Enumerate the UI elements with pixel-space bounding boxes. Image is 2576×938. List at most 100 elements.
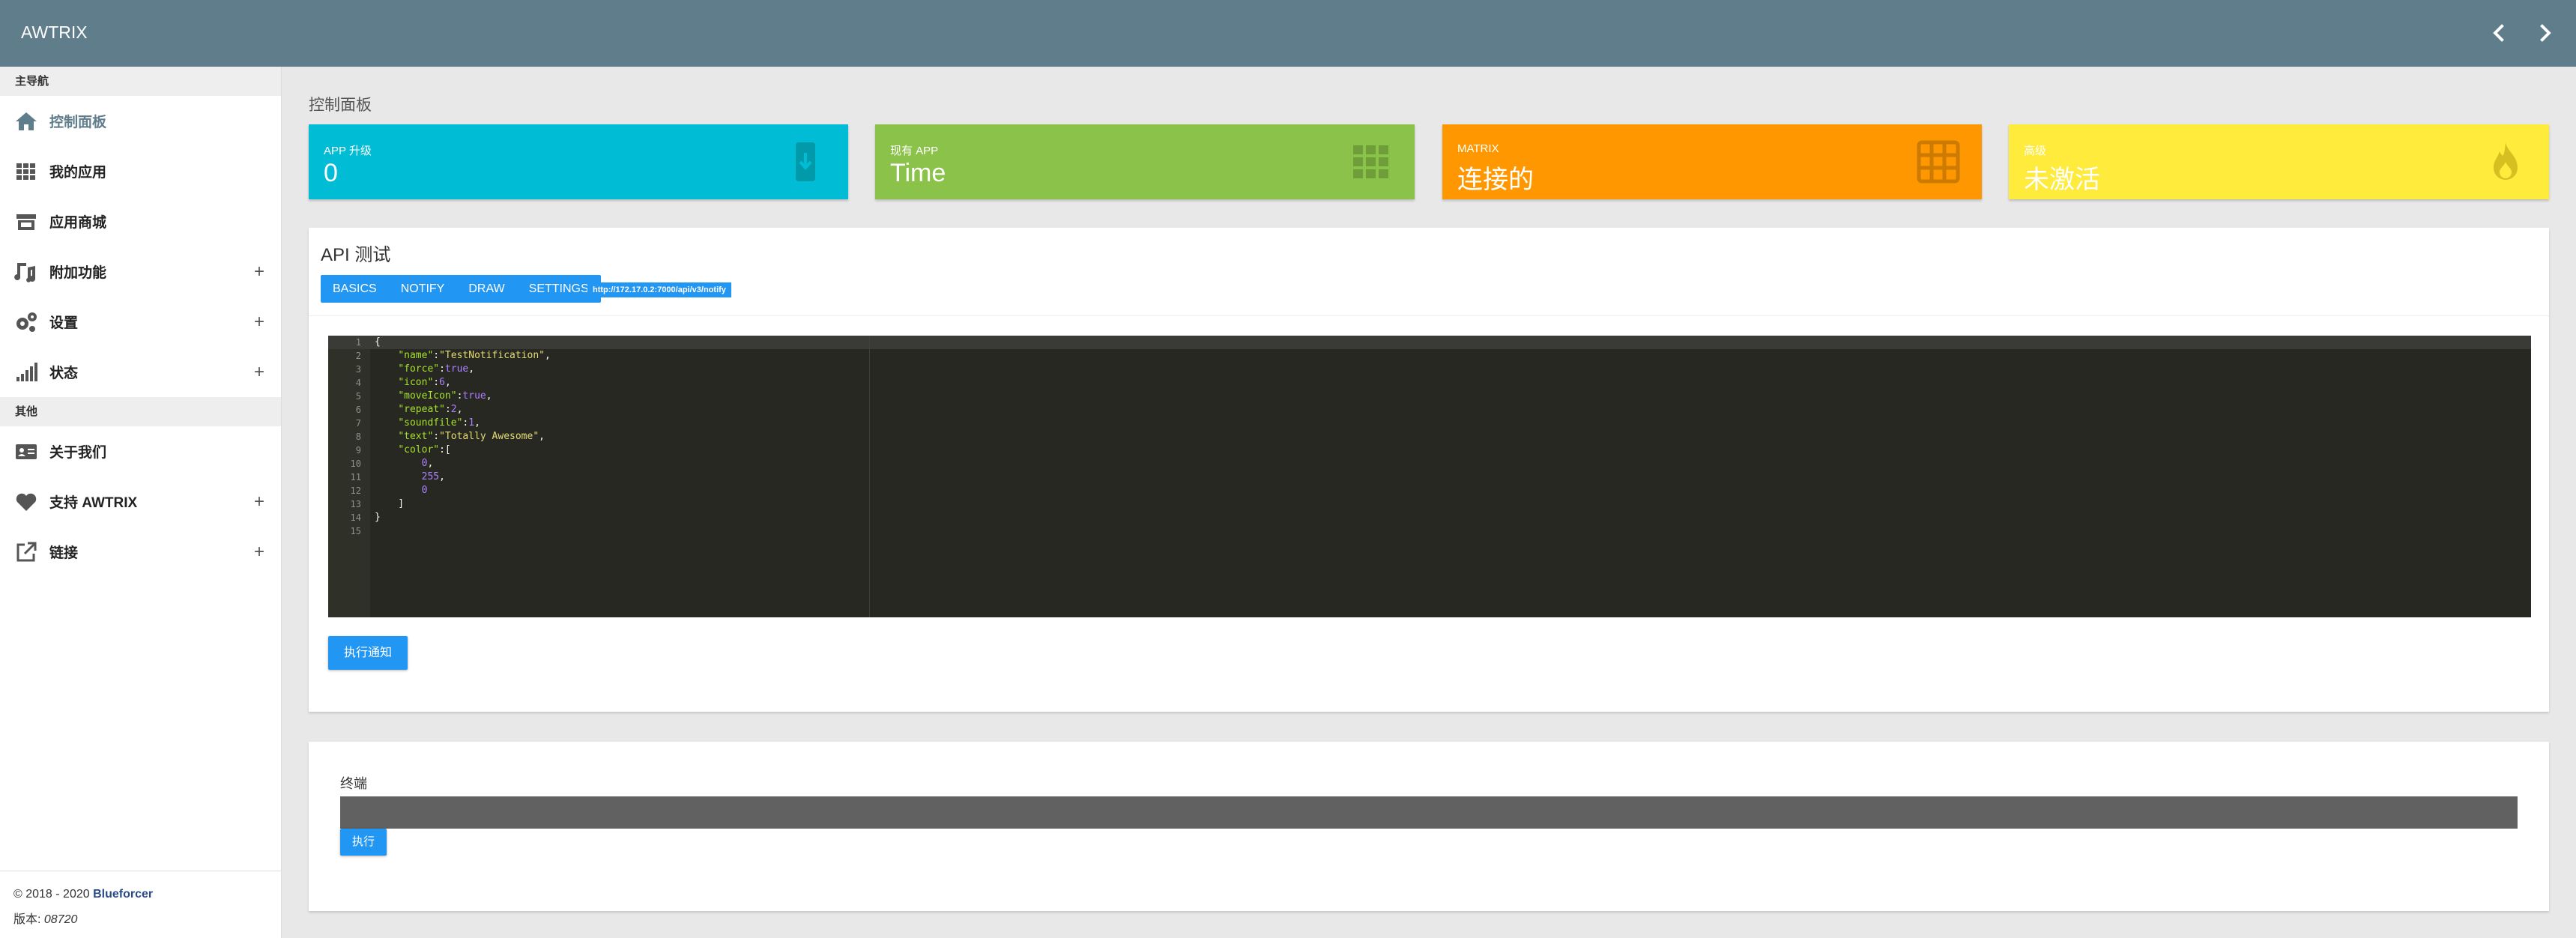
editor-line-number: 3 [355, 364, 361, 375]
external-link-icon [13, 539, 39, 565]
editor-code-line: "color":[ [398, 444, 451, 456]
editor-code-line: } [375, 512, 381, 523]
store-icon [13, 209, 39, 234]
json-code-editor[interactable]: 1 {2 "name":"TestNotification", 3 "force":… [328, 336, 2531, 617]
download-phone-icon [782, 139, 827, 184]
sidebar-item-settings[interactable]: 设置 + [0, 297, 281, 347]
stat-value: 未激活 [2024, 166, 2100, 194]
editor-code-line: ] [375, 498, 405, 509]
app-title: AWTRIX [21, 22, 88, 42]
editor-line-number: 7 [355, 418, 361, 429]
version-label: 版本: [13, 913, 41, 926]
sidebar-item-addons[interactable]: 附加功能 + [0, 246, 281, 297]
music-icon [13, 259, 39, 285]
editor-code-line: "text":"Totally Awesome", [398, 431, 545, 442]
execute-notify-button[interactable]: 执行通知 [328, 636, 408, 670]
stat-label: 高级 [2024, 145, 2047, 157]
stat-card-matrix: MATRIX 连接的 [1442, 124, 1982, 199]
sidebar-item-app-store[interactable]: 应用商城 [0, 196, 281, 246]
stat-label: APP 升级 [324, 145, 372, 157]
sidebar-item-links[interactable]: 链接 + [0, 527, 281, 577]
apps-grid-icon [1349, 139, 1394, 184]
api-test-title: API 测试 [321, 245, 391, 265]
tab-notify[interactable]: NOTIFY [389, 275, 457, 303]
editor-line-number: 13 [350, 499, 361, 509]
editor-code-line: "force":true, [398, 363, 475, 375]
editor-active-line [328, 336, 2531, 349]
editor-line-number: 11 [350, 472, 361, 482]
sidebar-item-label: 支持 AWTRIX [49, 495, 138, 511]
sidebar-item-about[interactable]: 关于我们 [0, 426, 281, 476]
editor-line-number: 5 [355, 391, 361, 402]
heart-icon [13, 489, 39, 515]
stat-value: Time [890, 159, 946, 187]
version-number: 08720 [43, 913, 78, 926]
editor-line-number: 2 [355, 351, 361, 361]
editor-line-number: 12 [350, 485, 361, 496]
expand-plus-icon[interactable]: + [254, 261, 264, 282]
stat-card-installed-apps: 现有 APP Time [875, 124, 1415, 199]
sidebar-item-support[interactable]: 支持 AWTRIX + [0, 476, 281, 527]
sidebar-section-main: 主导航 [0, 67, 281, 96]
editor-code-line: 255, [421, 471, 445, 482]
stat-card-premium: 高级 未激活 [2009, 124, 2549, 199]
stat-value: 0 [324, 159, 338, 187]
brand-link[interactable]: Blueforcer [93, 888, 153, 901]
expand-plus-icon[interactable]: + [254, 542, 264, 563]
editor-code-line: "icon":6, [398, 377, 451, 388]
sidebar-section-other: 其他 [0, 397, 281, 426]
editor-code-line: { [375, 336, 381, 348]
sidebar-item-label: 状态 [49, 366, 79, 381]
sidebar-item-label: 控制面板 [49, 115, 107, 130]
sidebar-item-label: 附加功能 [49, 265, 107, 281]
editor-print-margin [869, 336, 870, 617]
expand-plus-icon[interactable]: + [254, 362, 264, 383]
grid-icon [13, 159, 39, 184]
terminal-card: 终端 执行 [309, 742, 2549, 911]
gears-icon [13, 309, 39, 335]
editor-code-line: "name":"TestNotification", [398, 350, 551, 361]
sidebar-item-status[interactable]: 状态 + [0, 347, 281, 397]
editor-line-number: 8 [355, 432, 361, 442]
chevron-right-icon [2540, 24, 2551, 42]
top-header: AWTRIX [0, 0, 2576, 67]
sidebar-footer: © 2018 - 2020 Blueforcer 版本: 08720 [0, 871, 282, 938]
card-divider [309, 315, 2549, 316]
nav-back-button[interactable] [2486, 19, 2513, 46]
sidebar-item-dashboard[interactable]: 控制面板 [0, 96, 281, 146]
editor-line-number: 4 [355, 378, 361, 388]
sidebar: 主导航 控制面板 我的应用 应用商城 附加功能 + 设置 + 状态 + 其他 关… [0, 67, 282, 938]
expand-plus-icon[interactable]: + [254, 491, 264, 512]
page-title: 控制面板 [309, 97, 372, 114]
sidebar-item-label: 链接 [49, 545, 79, 561]
home-icon [13, 109, 39, 134]
editor-line-number: 6 [355, 405, 361, 415]
tab-draw[interactable]: DRAW [456, 275, 516, 303]
sidebar-item-my-apps[interactable]: 我的应用 [0, 146, 281, 196]
terminal-label: 终端 [340, 776, 367, 791]
editor-code-line: "moveIcon":true, [398, 390, 492, 402]
tab-basics[interactable]: BASICS [321, 275, 389, 303]
stat-card-app-updates: APP 升级 0 [309, 124, 848, 199]
expand-plus-icon[interactable]: + [254, 312, 264, 333]
editor-code-line: 0, [421, 458, 434, 469]
nav-forward-button[interactable] [2531, 19, 2558, 46]
sidebar-item-label: 应用商城 [49, 215, 107, 231]
sidebar-item-label: 关于我们 [49, 445, 107, 461]
api-tabs: BASICS NOTIFY DRAW SETTINGS [321, 275, 601, 303]
editor-code-line: "soundfile":1, [398, 417, 480, 429]
signal-icon [13, 360, 39, 385]
editor-code-line: 0 [421, 485, 428, 496]
copyright-text: © 2018 - 2020 [13, 888, 90, 901]
terminal-input[interactable] [340, 796, 2518, 829]
editor-line-number: 10 [350, 459, 361, 469]
terminal-execute-button[interactable]: 执行 [340, 829, 387, 856]
matrix-grid-icon [1916, 139, 1961, 184]
stat-value: 连接的 [1457, 166, 1534, 194]
stat-label: 现有 APP [890, 145, 939, 157]
chevron-left-icon [2493, 24, 2504, 42]
id-card-icon [13, 439, 39, 465]
api-test-card: API 测试 BASICS NOTIFY DRAW SETTINGS http:… [309, 228, 2549, 712]
editor-line-number: 9 [355, 445, 361, 456]
sidebar-item-label: 设置 [49, 315, 79, 331]
